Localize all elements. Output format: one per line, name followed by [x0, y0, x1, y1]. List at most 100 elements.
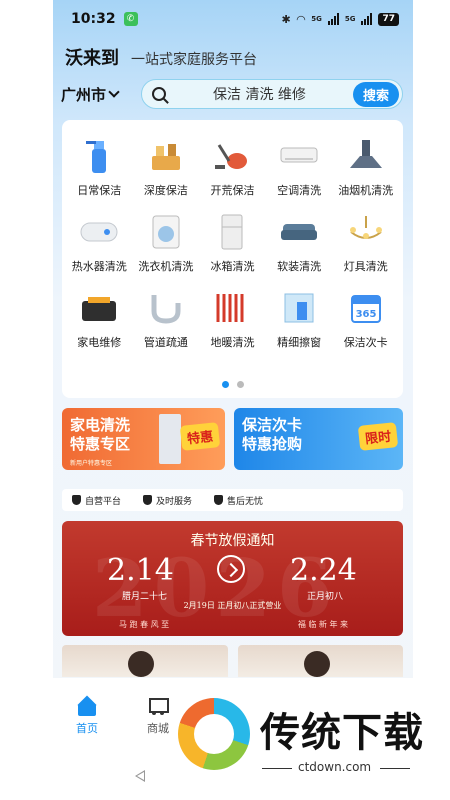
watermark-divider [262, 768, 292, 769]
service-label: 管道疏通 [143, 336, 188, 349]
cart-icon [147, 696, 169, 716]
chevron-down-icon [108, 86, 120, 98]
location-search-row: 广州市 保洁 清洗 维修 搜索 [61, 78, 403, 110]
back-icon[interactable] [135, 770, 145, 782]
arrow-right-icon [217, 555, 245, 583]
guarantee-bar: 自营平台 及时服务 售后无忧 [62, 489, 403, 511]
air-conditioner-icon [279, 136, 319, 176]
watermark-url: ctdown.com [298, 760, 372, 774]
watermark-text: 传统下载 [260, 710, 424, 756]
service-item[interactable]: 软装清洗 [266, 212, 333, 274]
guarantee-item: 售后无忧 [214, 494, 263, 507]
promo-appliance-cleaning[interactable]: 家电清洗 特惠专区 新用户特惠专区 特惠 [62, 408, 225, 470]
signal-icon [327, 13, 339, 25]
service-label: 热水器清洗 [71, 260, 127, 273]
start-date: 2.14 [107, 553, 174, 588]
wechat-notification-icon: ✆ [123, 12, 138, 26]
couplet-left: 马 跑 春 风 至 [119, 620, 170, 629]
search-icon [152, 87, 166, 101]
service-item[interactable]: 冰箱清洗 [199, 212, 266, 274]
holiday-notice-banner[interactable]: 2026 春节放假通知 2.14 腊月二十七 2.24 正月初八 2月19日 正… [62, 521, 403, 636]
guarantee-label: 售后无忧 [227, 496, 264, 507]
search-button[interactable]: 搜索 [352, 81, 399, 107]
signal-label-1: 5G [311, 15, 322, 23]
service-item[interactable]: 热水器清洗 [66, 212, 133, 274]
page-indicator [62, 381, 403, 388]
promo-tag: 特惠 [179, 422, 221, 451]
vacuum-cleaner-icon [212, 136, 252, 176]
window-cleaning-icon [279, 288, 319, 328]
refrigerator-illustration [159, 414, 181, 464]
service-item[interactable]: 家电维修 [66, 288, 133, 350]
nav-home[interactable]: 首页 [75, 696, 99, 736]
refrigerator-icon [212, 212, 252, 252]
service-label: 软装清洗 [277, 260, 322, 273]
service-photo[interactable] [62, 645, 228, 677]
watermark: 传统下载 ctdown.com [178, 690, 438, 785]
watermark-logo-icon [178, 698, 250, 770]
service-item[interactable]: 日常保洁 [66, 136, 133, 198]
service-label: 保洁次卡 [343, 336, 388, 349]
service-item[interactable]: 油烟机清洗 [332, 136, 399, 198]
sofa-icon [279, 212, 319, 252]
promo-title: 保洁次卡 特惠抢购 [242, 416, 302, 454]
toolbox-icon [79, 288, 119, 328]
search-bar[interactable]: 保洁 清洗 维修 搜索 [141, 79, 403, 109]
brand-name: 沃来到 [65, 48, 119, 69]
city-selector[interactable]: 广州市 [61, 84, 141, 105]
service-label: 家电维修 [77, 336, 122, 349]
service-label: 冰箱清洗 [210, 260, 255, 273]
wifi-icon: ◠ [296, 12, 306, 26]
promo-title-line2: 特惠抢购 [242, 435, 303, 453]
service-item[interactable]: 365 保洁次卡 [332, 288, 399, 350]
floor-heating-icon [212, 288, 252, 328]
service-label: 开荒保洁 [210, 184, 255, 197]
promo-cleaning-card[interactable]: 保洁次卡 特惠抢购 限时 [234, 408, 403, 470]
calendar-365-icon: 365 [346, 288, 386, 328]
brand-slogan: 一站式家庭服务平台 [131, 52, 257, 68]
signal-icon-2 [361, 13, 373, 25]
promo-title-line2: 特惠专区 [70, 435, 131, 453]
guarantee-item: 自营平台 [72, 494, 121, 507]
promo-title-line1: 家电清洗 [70, 416, 131, 434]
nav-shop[interactable]: 商城 [147, 696, 169, 736]
pipe-icon [146, 288, 186, 328]
page-dot-active[interactable] [221, 381, 229, 388]
service-label: 精细擦窗 [277, 336, 322, 349]
nav-home-label: 首页 [76, 722, 98, 735]
watermark-divider [380, 768, 410, 769]
service-label: 空调清洗 [277, 184, 322, 197]
service-item[interactable]: 空调清洗 [266, 136, 333, 198]
service-item[interactable]: 洗衣机清洗 [133, 212, 200, 274]
page-dot[interactable] [236, 381, 244, 388]
home-icon [75, 696, 99, 716]
service-photo[interactable] [237, 645, 403, 677]
service-item[interactable]: 地暖清洗 [199, 288, 266, 350]
search-input[interactable]: 保洁 清洗 维修 [166, 84, 353, 104]
spray-bottle-icon [79, 136, 119, 176]
couplet-right: 福 临 新 年 来 [297, 620, 348, 629]
washing-machine-icon [146, 212, 186, 252]
service-item[interactable]: 管道疏通 [133, 288, 200, 350]
guarantee-label: 自营平台 [85, 496, 122, 507]
app-screen: 10:32 ✆ ✱ ◠ 5G 5G 77 沃来到 一站式家庭服务平台 广州市 保… [53, 0, 413, 800]
service-item[interactable]: 开荒保洁 [199, 136, 266, 198]
service-item[interactable]: 精细擦窗 [266, 288, 333, 350]
signal-label-2: 5G [344, 15, 356, 23]
svg-text:365: 365 [355, 309, 376, 320]
battery-icon: 77 [378, 12, 399, 26]
notice-title: 春节放假通知 [190, 533, 275, 549]
nav-shop-label: 商城 [147, 722, 169, 735]
status-bar: 10:32 ✆ ✱ ◠ 5G 5G 77 [53, 0, 413, 38]
status-time: 10:32 [71, 11, 116, 27]
bluetooth-icon: ✱ [281, 12, 291, 26]
promo-tag: 限时 [357, 422, 399, 451]
service-grid-card: 日常保洁 深度保洁 开荒保洁 空调清洗 油烟机清洗热水器清洗 洗衣机清洗 冰箱清洗 软装清洗 灯… [62, 120, 403, 398]
chandelier-icon [346, 212, 386, 252]
service-photo-strip [62, 645, 403, 677]
shield-icon [143, 495, 153, 505]
service-item[interactable]: 灯具清洗 [332, 212, 399, 274]
guarantee-label: 及时服务 [156, 496, 193, 507]
service-label: 地暖清洗 [210, 336, 255, 349]
service-item[interactable]: 深度保洁 [133, 136, 200, 198]
